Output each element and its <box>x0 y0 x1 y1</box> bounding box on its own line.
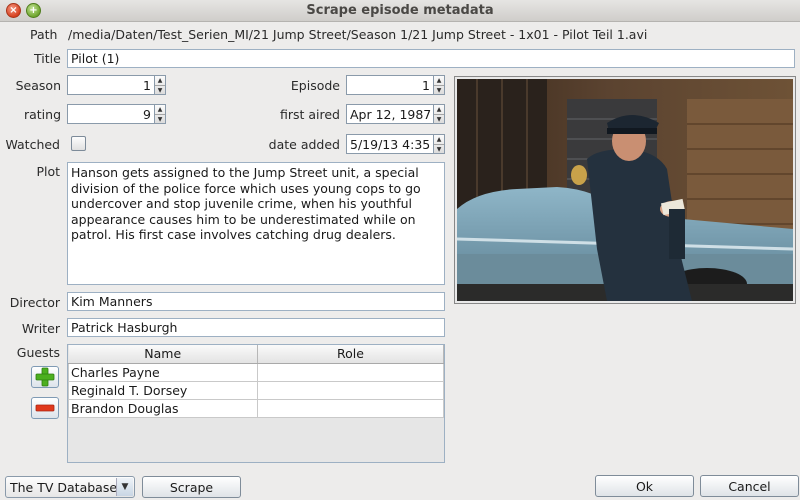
table-row[interactable]: Reginald T. Dorsey <box>68 380 444 400</box>
minus-icon <box>35 404 55 412</box>
guests-table[interactable]: Name Role Charles Payne Reginald T. Dors… <box>67 344 445 463</box>
scrape-button[interactable]: Scrape <box>142 476 241 498</box>
spin-down-icon[interactable]: ▼ <box>155 115 165 124</box>
title-label: Title <box>34 51 61 66</box>
spin-up-icon[interactable]: ▲ <box>155 76 165 86</box>
table-row[interactable]: Charles Payne <box>68 362 444 382</box>
guest-role[interactable] <box>257 380 444 400</box>
writer-field[interactable]: Patrick Hasburgh <box>67 318 445 337</box>
column-header-name[interactable]: Name <box>68 345 258 364</box>
guest-name[interactable]: Brandon Douglas <box>68 398 258 418</box>
episode-spinner[interactable]: 1 ▲ ▼ <box>346 75 445 95</box>
spin-down-icon[interactable]: ▼ <box>434 145 444 154</box>
episode-image <box>457 79 793 301</box>
guest-role[interactable] <box>257 398 444 418</box>
watched-label: Watched <box>5 137 60 152</box>
director-field[interactable]: Kim Manners <box>67 292 445 311</box>
add-guest-button[interactable] <box>31 366 59 388</box>
date-added-value[interactable]: 5/19/13 4:35 <box>346 134 434 154</box>
episode-value[interactable]: 1 <box>346 75 434 95</box>
plus-icon <box>35 367 55 387</box>
director-label: Director <box>9 295 60 310</box>
chevron-down-icon[interactable]: ▼ <box>116 478 133 496</box>
spin-up-icon[interactable]: ▲ <box>434 105 444 115</box>
path-label: Path <box>30 27 58 42</box>
plot-label: Plot <box>36 164 60 179</box>
spin-up-icon[interactable]: ▲ <box>434 135 444 145</box>
plot-textarea[interactable]: Hanson gets assigned to the Jump Street … <box>67 162 445 285</box>
episode-thumbnail <box>454 76 796 304</box>
rating-spinner[interactable]: 9 ▲ ▼ <box>67 104 166 124</box>
cancel-button[interactable]: Cancel <box>700 475 799 497</box>
date-added-spinner[interactable]: 5/19/13 4:35 ▲ ▼ <box>346 134 445 154</box>
spin-up-icon[interactable]: ▲ <box>155 105 165 115</box>
episode-label: Episode <box>290 78 340 93</box>
watched-checkbox[interactable] <box>71 136 86 151</box>
path-value: /media/Daten/Test_Serien_MI/21 Jump Stre… <box>68 27 648 42</box>
scraper-select[interactable]: The TV Database ▼ <box>5 476 135 498</box>
writer-label: Writer <box>21 321 60 336</box>
rating-label: rating <box>23 107 61 122</box>
rating-value[interactable]: 9 <box>67 104 155 124</box>
title-field[interactable]: Pilot (1) <box>67 49 795 68</box>
spin-down-icon[interactable]: ▼ <box>155 86 165 95</box>
first-aired-label: first aired <box>279 107 340 122</box>
guest-name[interactable]: Charles Payne <box>68 362 258 382</box>
scraper-select-value: The TV Database <box>10 480 118 495</box>
spin-down-icon[interactable]: ▼ <box>434 115 444 124</box>
guests-label: Guests <box>16 345 60 360</box>
season-label: Season <box>15 78 61 93</box>
column-header-role[interactable]: Role <box>257 345 444 364</box>
spin-up-icon[interactable]: ▲ <box>434 76 444 86</box>
date-added-label: date added <box>268 137 340 152</box>
season-spinner[interactable]: 1 ▲ ▼ <box>67 75 166 95</box>
table-row[interactable]: Brandon Douglas <box>68 398 444 418</box>
guest-name[interactable]: Reginald T. Dorsey <box>68 380 258 400</box>
season-value[interactable]: 1 <box>67 75 155 95</box>
ok-button[interactable]: Ok <box>595 475 694 497</box>
first-aired-value[interactable]: Apr 12, 1987 <box>346 104 434 124</box>
guest-role[interactable] <box>257 362 444 382</box>
window-title: Scrape episode metadata <box>306 3 494 18</box>
spin-down-icon[interactable]: ▼ <box>434 86 444 95</box>
first-aired-spinner[interactable]: Apr 12, 1987 ▲ ▼ <box>346 104 445 124</box>
title-bar: × + Scrape episode metadata <box>0 0 800 22</box>
remove-guest-button[interactable] <box>31 397 59 419</box>
